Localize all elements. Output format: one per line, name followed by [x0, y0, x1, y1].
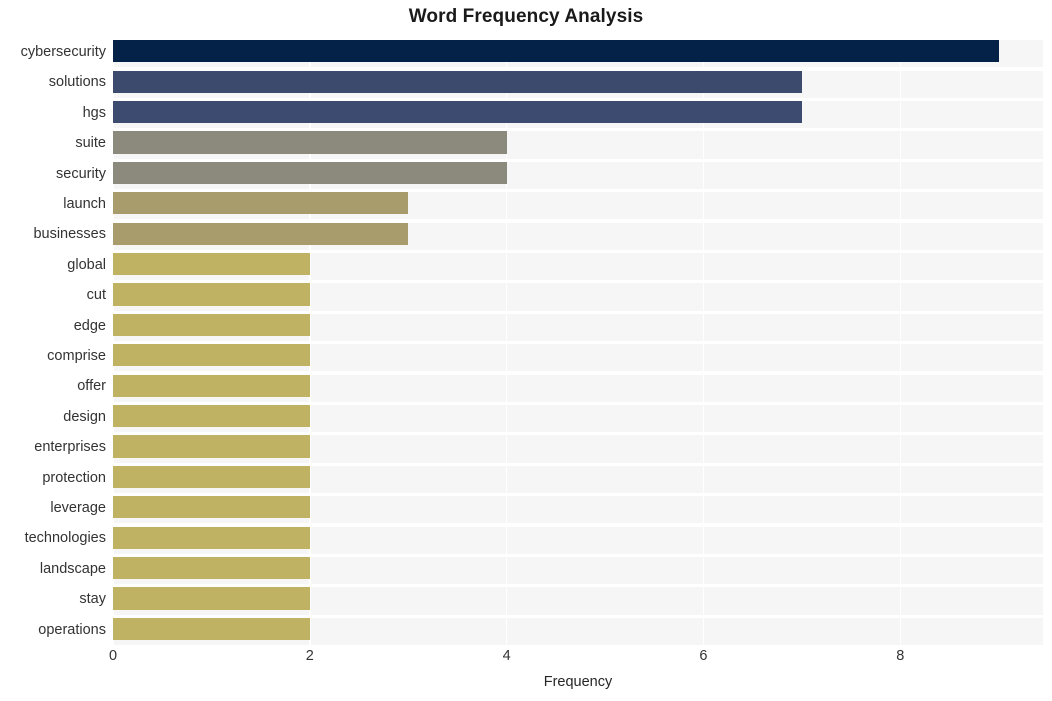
y-axis-tick-label: leverage	[50, 500, 106, 516]
y-axis-tick-label: protection	[42, 469, 106, 486]
chart-title: Word Frequency Analysis	[408, 6, 644, 27]
bar-row	[113, 128, 1043, 158]
bar-row	[113, 462, 1043, 493]
bar[interactable]	[113, 131, 507, 154]
bar-row	[113, 37, 1043, 67]
bar[interactable]	[113, 70, 802, 93]
y-axis-tick-label: operations	[38, 621, 106, 638]
y-axis-tick-label: edge	[73, 317, 106, 334]
y-axis-tick-label: global	[67, 256, 106, 273]
bar[interactable]	[113, 556, 310, 580]
bar-row	[113, 584, 1043, 614]
y-axis-tick-label: solutions	[48, 74, 106, 91]
y-axis-tick-labels: cybersecurity solutions hgs suite security la…	[0, 37, 106, 645]
bar[interactable]	[113, 192, 409, 215]
bar[interactable]	[113, 374, 310, 397]
y-axis-tick-label: launch	[63, 196, 106, 212]
bar[interactable]	[113, 617, 310, 640]
bar-row	[113, 341, 1043, 371]
bar-row	[113, 97, 1043, 128]
y-axis-tick-label: cybersecurity	[20, 44, 106, 60]
bar[interactable]	[113, 252, 310, 276]
y-axis-tick-label: cut	[86, 287, 106, 304]
x-axis-tick-label: 8	[896, 648, 905, 664]
x-axis-title: Frequency	[543, 674, 613, 690]
y-axis-tick-label: stay	[79, 591, 106, 608]
bars-group	[113, 37, 1043, 645]
bar[interactable]	[113, 344, 310, 367]
x-axis-tick-labels: 0 2 4 6 8	[0, 648, 1052, 670]
bar-row	[113, 158, 1043, 189]
y-axis-tick-label: enterprises	[34, 439, 106, 456]
bar[interactable]	[113, 283, 310, 306]
bar[interactable]	[113, 161, 507, 184]
bar[interactable]	[113, 313, 310, 336]
bar-row	[113, 249, 1043, 280]
x-axis-tick-label: 2	[305, 648, 314, 664]
x-axis-tick-label: 6	[699, 648, 708, 664]
bar[interactable]	[113, 404, 310, 428]
word-frequency-chart-figure: Word Frequency Analysis cybersecurity sol…	[0, 0, 1052, 701]
bar-row	[113, 493, 1043, 523]
bar[interactable]	[113, 222, 409, 245]
y-axis-tick-label: design	[63, 408, 106, 425]
bar-row	[113, 523, 1043, 553]
y-axis-tick-label: technologies	[24, 530, 106, 547]
bar[interactable]	[113, 587, 310, 610]
bar-row	[113, 310, 1043, 341]
bar[interactable]	[113, 526, 310, 549]
bar-row	[113, 553, 1043, 584]
bar-row	[113, 67, 1043, 97]
bar-row	[113, 189, 1043, 219]
x-axis-tick-label: 4	[502, 648, 511, 664]
bar-row	[113, 371, 1043, 401]
bar[interactable]	[113, 100, 802, 124]
y-axis-tick-label: hgs	[82, 104, 106, 121]
y-axis-tick-label: comprise	[47, 348, 106, 364]
plot-area	[112, 37, 1043, 645]
bar-row	[113, 432, 1043, 462]
y-axis-tick-label: security	[56, 165, 106, 182]
bar-row	[113, 401, 1043, 432]
y-axis-tick-label: businesses	[33, 226, 106, 243]
bar[interactable]	[113, 465, 310, 488]
bar-row	[113, 219, 1043, 249]
y-axis-tick-label: landscape	[39, 560, 106, 577]
y-axis-tick-label: suite	[75, 135, 106, 152]
bar-row	[113, 614, 1043, 645]
bar-row	[113, 280, 1043, 310]
bar[interactable]	[113, 435, 310, 458]
bar[interactable]	[113, 40, 999, 63]
y-axis-tick-label: offer	[77, 378, 106, 395]
x-axis-tick-label: 0	[108, 648, 118, 664]
bar[interactable]	[113, 496, 310, 519]
